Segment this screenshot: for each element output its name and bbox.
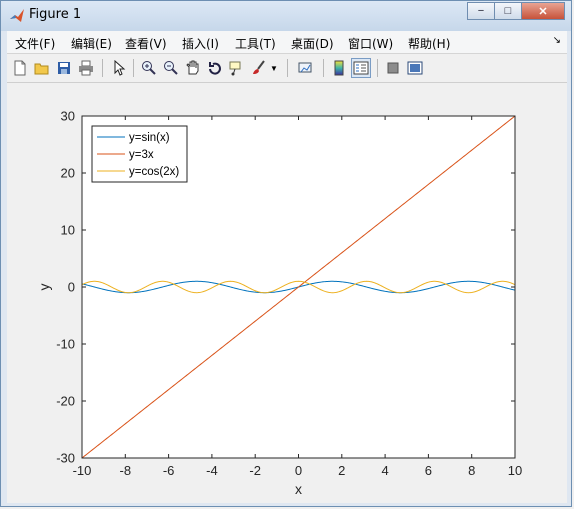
legend-label-1: y=sin(x) <box>129 132 170 144</box>
window-title: Figure 1 <box>29 7 82 22</box>
menu-bar: 文件(F) 编辑(E) 查看(V) 插入(I) 工具(T) 桌面(D) 窗口(W… <box>7 31 567 54</box>
hide-plot-tools-icon[interactable] <box>383 58 403 78</box>
x-tick-label: -10 <box>73 463 92 478</box>
x-tick-label: 10 <box>508 463 522 478</box>
colorbar-icon[interactable] <box>329 58 349 78</box>
data-cursor-icon[interactable] <box>227 58 247 78</box>
maximize-button[interactable]: □ <box>494 2 522 20</box>
zoom-in-icon[interactable] <box>139 58 159 78</box>
y-tick-label: 10 <box>61 223 75 238</box>
brush-dropdown-icon[interactable]: ▼ <box>269 58 279 78</box>
save-icon[interactable] <box>54 58 74 78</box>
zoom-out-icon[interactable] <box>161 58 181 78</box>
toolbar-separator <box>287 59 288 77</box>
new-figure-icon[interactable] <box>10 58 30 78</box>
figure-toolbar: ▼ <box>7 54 567 83</box>
link-plot-icon[interactable] <box>296 58 316 78</box>
toolbar-separator <box>102 59 103 77</box>
toolbar-separator <box>323 59 324 77</box>
y-axis-label: y <box>36 284 52 291</box>
print-icon[interactable] <box>76 58 96 78</box>
x-tick-label: -2 <box>249 463 261 478</box>
close-button[interactable]: ✕ <box>521 2 565 20</box>
x-tick-label: -8 <box>120 463 132 478</box>
menu-window[interactable]: 窗口(W) <box>348 35 393 52</box>
menu-file[interactable]: 文件(F) <box>15 35 55 52</box>
legend-icon[interactable] <box>351 58 371 78</box>
y-tick-label: -20 <box>56 394 75 409</box>
minimize-button[interactable]: − <box>467 2 495 20</box>
toolbar-separator <box>133 59 134 77</box>
x-tick-label: -6 <box>163 463 175 478</box>
x-tick-label: 6 <box>425 463 432 478</box>
y-tick-label: 0 <box>68 280 75 295</box>
menu-desktop[interactable]: 桌面(D) <box>291 35 334 52</box>
menu-tools[interactable]: 工具(T) <box>235 35 276 52</box>
x-axis-label: x <box>295 481 302 497</box>
brush-icon[interactable] <box>249 58 269 78</box>
x-tick-label: -4 <box>206 463 218 478</box>
line-chart: -10 -8 -6 -4 -2 0 2 4 6 8 103020100-10-20-30xyy=si… <box>36 109 522 498</box>
y-tick-label: 30 <box>61 109 75 124</box>
menu-insert[interactable]: 插入(I) <box>182 35 219 52</box>
legend-label-2: y=3x <box>129 149 154 161</box>
menu-view[interactable]: 查看(V) <box>125 35 167 52</box>
x-tick-label: 8 <box>468 463 475 478</box>
figure-canvas: -10 -8 -6 -4 -2 0 2 4 6 8 10 30 20 10 0 -10 -20 -30 x y y=si… <box>7 83 567 503</box>
x-tick-label: 4 <box>381 463 388 478</box>
y-tick-label: 20 <box>61 166 75 181</box>
edit-plot-arrow-icon[interactable] <box>109 58 129 78</box>
y-tick-label: -10 <box>56 337 75 352</box>
pan-hand-icon[interactable] <box>183 58 203 78</box>
x-tick-label: 0 <box>295 463 302 478</box>
matlab-logo-icon <box>10 9 24 22</box>
show-plot-tools-icon[interactable] <box>405 58 425 78</box>
y-tick-label: -30 <box>56 451 75 466</box>
dock-arrow-icon[interactable]: ↘ <box>553 35 561 46</box>
menu-edit[interactable]: 编辑(E) <box>71 35 112 52</box>
open-file-icon[interactable] <box>32 58 52 78</box>
title-bar[interactable]: Figure 1 − □ ✕ <box>1 1 571 31</box>
rotate-3d-icon[interactable] <box>205 58 225 78</box>
legend-label-3: y=cos(2x) <box>129 166 179 178</box>
x-tick-label: 2 <box>338 463 345 478</box>
figure-window: Figure 1 − □ ✕ 文件(F) 编辑(E) 查看(V) 插入(I) 工… <box>0 0 572 507</box>
menu-help[interactable]: 帮助(H) <box>408 35 450 52</box>
toolbar-separator <box>377 59 378 77</box>
